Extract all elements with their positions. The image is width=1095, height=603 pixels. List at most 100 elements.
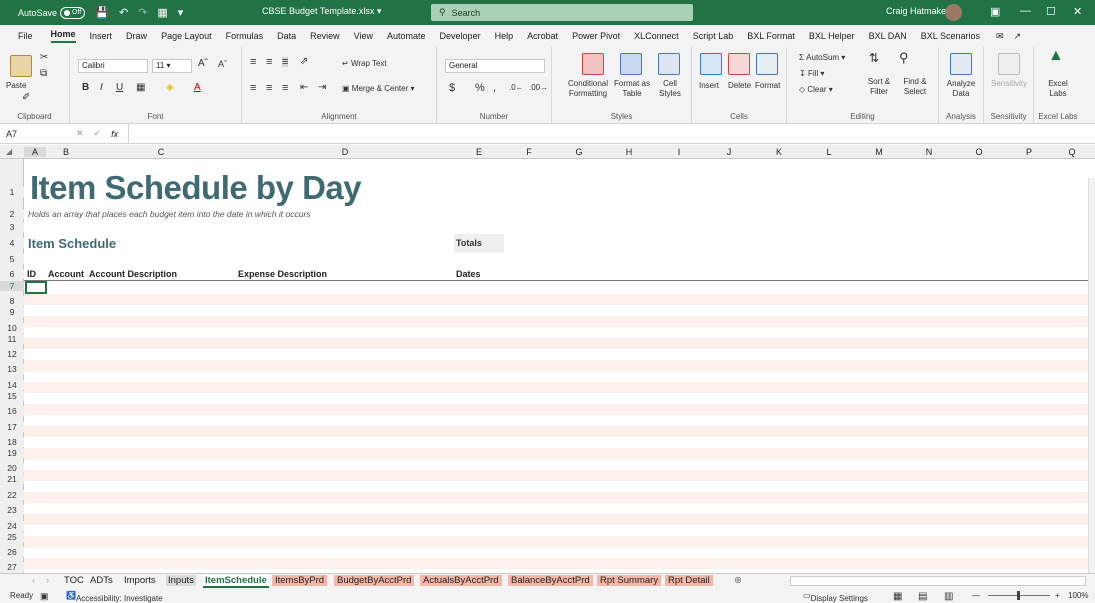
- align-right-icon[interactable]: ≡: [282, 83, 288, 94]
- tab-draw[interactable]: Draw: [126, 31, 147, 41]
- sheet-tab-itemschedule[interactable]: ItemSchedule: [203, 575, 269, 588]
- analyze-data-button[interactable]: Analyze Data: [943, 79, 979, 99]
- row-header-17[interactable]: 17: [0, 422, 24, 432]
- row-header-26[interactable]: 26: [0, 547, 24, 557]
- row-header-10[interactable]: 10: [0, 323, 24, 333]
- column-header-g[interactable]: G: [554, 147, 604, 157]
- close-icon[interactable]: ✕: [1073, 5, 1082, 18]
- row-header-25[interactable]: 25: [0, 532, 24, 542]
- autosum-button[interactable]: Σ AutoSum ▾: [799, 53, 845, 63]
- tab-file[interactable]: File: [18, 31, 33, 41]
- add-sheet-icon[interactable]: ⊕: [734, 575, 742, 586]
- quick-access-icon[interactable]: ▦: [157, 6, 167, 19]
- percent-icon[interactable]: %: [475, 83, 485, 94]
- row-header-27[interactable]: 27: [0, 562, 24, 572]
- column-header-o[interactable]: O: [954, 147, 1004, 157]
- sheet-tab-toc[interactable]: TOC: [64, 575, 84, 586]
- ribbon-display-icon[interactable]: ▣: [990, 5, 1000, 18]
- column-header-e[interactable]: E: [454, 147, 504, 157]
- column-header-n[interactable]: N: [904, 147, 954, 157]
- align-bottom-icon[interactable]: ≡: [282, 57, 289, 68]
- currency-icon[interactable]: $: [449, 83, 455, 94]
- page-break-view-icon[interactable]: ▥: [944, 591, 953, 602]
- column-header-d[interactable]: D: [236, 147, 454, 157]
- decrease-indent-icon[interactable]: ⇤: [300, 83, 308, 93]
- row-header-6[interactable]: 6: [0, 269, 24, 279]
- copy-icon[interactable]: ⧉: [40, 69, 47, 79]
- column-header-l[interactable]: L: [804, 147, 854, 157]
- comments-icon[interactable]: ✉: [996, 31, 1004, 42]
- active-cell-a7[interactable]: [25, 281, 47, 294]
- formula-input[interactable]: [128, 123, 1095, 144]
- comma-icon[interactable]: ,: [493, 83, 496, 94]
- column-header-q[interactable]: Q: [1054, 147, 1090, 157]
- align-middle-icon[interactable]: ≡: [266, 57, 272, 68]
- autosave-toggle[interactable]: Off: [60, 6, 86, 19]
- tab-bxl-scenarios[interactable]: BXL Scenarios: [921, 31, 980, 41]
- number-format-select[interactable]: General: [445, 59, 545, 73]
- sheet-tab-inputs[interactable]: Inputs: [166, 575, 196, 586]
- tab-automate[interactable]: Automate: [387, 31, 426, 41]
- column-header-h[interactable]: H: [604, 147, 654, 157]
- row-header-2[interactable]: 2: [0, 209, 24, 219]
- cut-icon[interactable]: ✂: [40, 53, 48, 63]
- increase-decimal-icon[interactable]: .0←: [509, 83, 524, 93]
- row-header-14[interactable]: 14: [0, 380, 24, 390]
- increase-indent-icon[interactable]: ⇥: [318, 83, 326, 93]
- bold-icon[interactable]: B: [82, 83, 89, 93]
- zoom-level[interactable]: 100%: [1068, 591, 1088, 600]
- horizontal-scrollbar[interactable]: [790, 576, 1086, 586]
- conditional-formatting-icon[interactable]: [582, 53, 604, 75]
- excel-labs-icon[interactable]: ▲: [1048, 48, 1064, 64]
- name-box[interactable]: A7: [0, 129, 76, 139]
- enter-icon[interactable]: ✓: [94, 128, 102, 139]
- select-all-icon[interactable]: ◢: [6, 147, 12, 156]
- minimize-icon[interactable]: —: [1020, 5, 1031, 17]
- align-center-icon[interactable]: ≡: [266, 83, 272, 94]
- sheet-tab-imports[interactable]: Imports: [124, 575, 156, 586]
- italic-icon[interactable]: I: [100, 83, 103, 93]
- row-header-8[interactable]: 8: [0, 296, 24, 306]
- align-left-icon[interactable]: ≡: [250, 83, 256, 94]
- row-header-15[interactable]: 15: [0, 391, 24, 401]
- column-header-b[interactable]: B: [46, 147, 86, 157]
- delete-cells-icon[interactable]: [728, 53, 750, 75]
- format-as-table-icon[interactable]: [620, 53, 642, 75]
- row-header-21[interactable]: 21: [0, 474, 24, 484]
- row-header-4[interactable]: 4: [0, 238, 24, 248]
- next-sheet-icon[interactable]: ›: [46, 575, 49, 586]
- column-header-a[interactable]: A: [24, 147, 46, 157]
- undo-icon[interactable]: ↶: [119, 6, 128, 19]
- cancel-icon[interactable]: ✕: [76, 128, 84, 139]
- document-title[interactable]: CBSE Budget Template.xlsx ▾: [262, 6, 381, 17]
- cell-styles-button[interactable]: Cell Styles: [654, 79, 686, 99]
- format-painter-icon[interactable]: ✐: [22, 93, 30, 103]
- row-header-16[interactable]: 16: [0, 406, 24, 416]
- tab-view[interactable]: View: [354, 31, 373, 41]
- sheet-tab-actualsbyacctprd[interactable]: ActualsByAcctPrd: [420, 575, 502, 586]
- sheet-tab-balancebyacctprd[interactable]: BalanceByAcctPrd: [508, 575, 593, 586]
- normal-view-icon[interactable]: ▦: [893, 591, 902, 602]
- tab-insert[interactable]: Insert: [90, 31, 113, 41]
- format-cells-icon[interactable]: [756, 53, 778, 75]
- font-name-select[interactable]: Calibri: [78, 59, 148, 73]
- increase-font-icon[interactable]: Aˆ: [198, 59, 208, 69]
- format-as-table-button[interactable]: Format as Table: [612, 79, 652, 99]
- tab-help[interactable]: Help: [495, 31, 514, 41]
- column-header-i[interactable]: I: [654, 147, 704, 157]
- tab-home[interactable]: Home: [50, 29, 76, 43]
- tab-xlconnect[interactable]: XLConnect: [634, 31, 679, 41]
- avatar[interactable]: [945, 4, 962, 21]
- tab-power-pivot[interactable]: Power Pivot: [572, 31, 620, 41]
- delete-button[interactable]: Delete: [728, 81, 751, 91]
- tab-data[interactable]: Data: [277, 31, 296, 41]
- underline-icon[interactable]: U: [116, 83, 123, 93]
- clear-button[interactable]: ◇ Clear ▾: [799, 85, 833, 95]
- column-header-p[interactable]: P: [1004, 147, 1054, 157]
- orientation-icon[interactable]: ⇗: [300, 57, 308, 67]
- format-button[interactable]: Format: [755, 81, 780, 91]
- tab-acrobat[interactable]: Acrobat: [527, 31, 558, 41]
- row-header-19[interactable]: 19: [0, 448, 24, 458]
- merge-center-button[interactable]: ▣ Merge & Center ▾: [342, 84, 415, 94]
- row-header-22[interactable]: 22: [0, 490, 24, 500]
